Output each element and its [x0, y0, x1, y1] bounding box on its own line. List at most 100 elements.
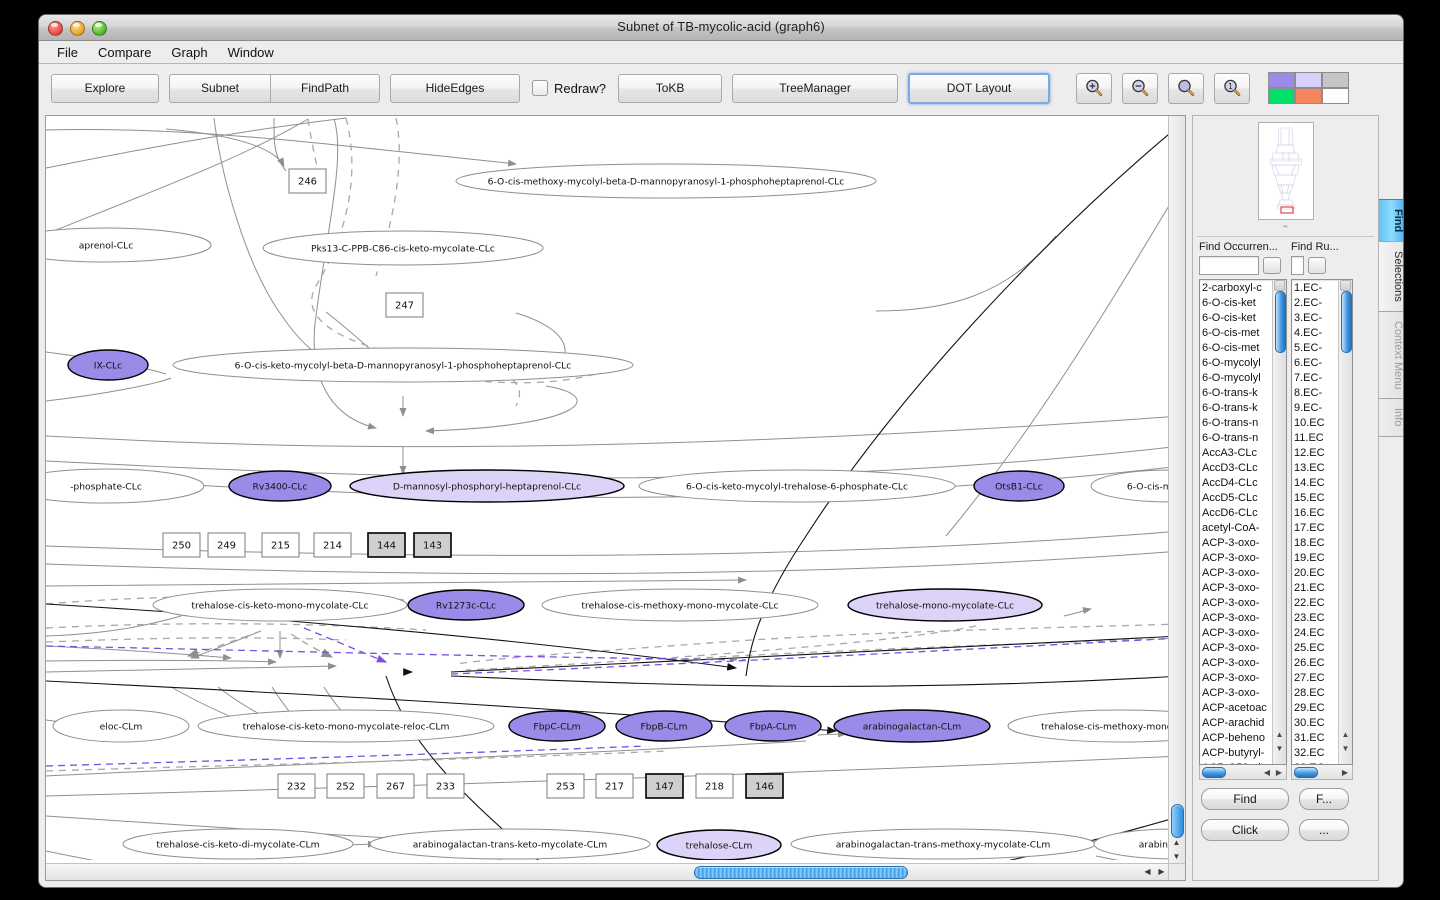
- rules-scroll-nub[interactable]: [1340, 280, 1351, 291]
- menu-compare[interactable]: Compare: [90, 43, 159, 62]
- graph-node-ellipse[interactable]: Rv1273c-CLc: [407, 589, 525, 621]
- graph-node-ellipse[interactable]: trehalose-CLm: [656, 829, 782, 860]
- zoom-actual-size-button[interactable]: 1: [1214, 72, 1251, 104]
- find-button[interactable]: Find: [1201, 788, 1289, 810]
- swatch-purple-dark[interactable]: [1268, 72, 1296, 88]
- graph-node-ellipse[interactable]: arabinogalactan-trans-keto-mycolate-CLm: [369, 828, 651, 860]
- graph-node-ellipse[interactable]: FbpC-CLm: [508, 710, 606, 742]
- explore-button[interactable]: Explore: [51, 73, 159, 103]
- find-rules-list[interactable]: 1.EC- 2.EC- 3.EC- 4.EC- 5.EC- 6.EC- 7.EC- 8.EC-…: [1291, 279, 1353, 765]
- tab-info[interactable]: Info: [1379, 398, 1403, 437]
- occurrences-scroll-up-arrow[interactable]: ▲: [1273, 727, 1286, 742]
- graph-node-ellipse[interactable]: arabinogalactan-trans-methoxy-mycolate-C…: [790, 828, 1096, 860]
- click-button[interactable]: Click: [1201, 819, 1289, 841]
- find-occurrences-options-button[interactable]: [1263, 257, 1281, 274]
- graph-node-ellipse[interactable]: trehalose-cis-keto-mono-mycolate-reloc-C…: [197, 709, 495, 743]
- treemanager-button[interactable]: TreeManager: [732, 73, 899, 103]
- menu-window[interactable]: Window: [220, 43, 282, 62]
- occurrences-list-hscrollbar[interactable]: ◀ ▶: [1199, 765, 1287, 780]
- rules-hscroll-thumb[interactable]: [1294, 767, 1318, 778]
- rules-list-hscrollbar[interactable]: ▶: [1291, 765, 1353, 780]
- dot-layout-button[interactable]: DOT Layout: [908, 72, 1051, 104]
- graph-node-box[interactable]: 246: [288, 168, 327, 194]
- occurrences-hscroll-right-arrow[interactable]: ▶: [1276, 768, 1282, 777]
- rules-scroll-thumb[interactable]: [1341, 291, 1352, 353]
- rules-list-scrollbar[interactable]: ▲ ▼: [1338, 280, 1352, 764]
- graph-node-box[interactable]: 232: [277, 773, 316, 799]
- graph-node-ellipse[interactable]: FbpB-CLm: [615, 710, 713, 742]
- graph-node-box[interactable]: 147: [645, 773, 684, 799]
- graph-node-ellipse[interactable]: 6-O-cis-methoxy-mycolyl-beta-D-mannopyra…: [455, 163, 877, 199]
- rules-scroll-up-arrow[interactable]: ▲: [1339, 727, 1352, 742]
- graph-node-box[interactable]: 146: [745, 773, 784, 799]
- canvas-scroll-up-arrow[interactable]: ▲: [1170, 836, 1183, 849]
- graph-node-box[interactable]: 252: [326, 773, 365, 799]
- canvas-scroll-right-arrow[interactable]: ▶: [1155, 865, 1168, 878]
- graph-node-box[interactable]: 253: [546, 773, 585, 799]
- swatch-gray[interactable]: [1322, 72, 1350, 88]
- zoom-fit-button[interactable]: [1168, 72, 1205, 104]
- swatch-purple-light[interactable]: [1295, 72, 1323, 88]
- graph-drawing-surface[interactable]: 6-O-cis-methoxy-mycolyl-beta-D-mannopyra…: [46, 116, 1181, 860]
- find-occurrences-input[interactable]: [1199, 256, 1259, 275]
- redraw-checkbox-group[interactable]: Redraw?: [532, 80, 606, 96]
- occurrences-hscroll-left-arrow[interactable]: ◀: [1264, 768, 1270, 777]
- graph-node-box[interactable]: 249: [207, 532, 246, 558]
- occurrences-scroll-thumb[interactable]: [1275, 291, 1286, 353]
- graph-node-box[interactable]: 217: [595, 773, 634, 799]
- graph-node-box[interactable]: 143: [413, 532, 452, 558]
- graph-node-ellipse[interactable]: trehalose-cis-methoxy-mono-mycolate-CLc: [541, 588, 819, 622]
- occurrences-list-scrollbar[interactable]: ▲ ▼: [1272, 280, 1286, 764]
- swatch-orange[interactable]: [1295, 88, 1323, 104]
- graph-node-box[interactable]: 267: [376, 773, 415, 799]
- swatch-white[interactable]: [1322, 88, 1350, 104]
- graph-node-box[interactable]: 233: [426, 773, 465, 799]
- rules-hscroll-right-arrow[interactable]: ▶: [1342, 768, 1348, 777]
- canvas-horizontal-scrollbar[interactable]: ◀ ▶: [46, 863, 1169, 880]
- graph-node-ellipse[interactable]: FbpA-CLm: [724, 710, 822, 742]
- click-more-button[interactable]: ...: [1299, 819, 1349, 841]
- find-rules-options-button[interactable]: [1308, 257, 1326, 274]
- graph-node-box[interactable]: 250: [162, 532, 201, 558]
- tab-selections[interactable]: Selections: [1379, 241, 1403, 312]
- graph-node-ellipse[interactable]: Rv3400-CLc: [228, 470, 332, 502]
- graph-node-ellipse[interactable]: -phosphate-CLc: [46, 468, 205, 504]
- graph-node-ellipse[interactable]: Pks13-C-PPB-C86-cis-keto-mycolate-CLc: [262, 230, 544, 266]
- find-more-button[interactable]: F...: [1299, 788, 1349, 810]
- occurrences-scroll-down-arrow[interactable]: ▼: [1273, 741, 1286, 756]
- graph-ellipse-nodes[interactable]: 6-O-cis-methoxy-mycolyl-beta-D-mannopyra…: [46, 163, 1181, 860]
- canvas-scroll-left-arrow[interactable]: ◀: [1141, 865, 1154, 878]
- occurrences-scroll-nub[interactable]: [1274, 280, 1285, 291]
- graph-node-ellipse[interactable]: trehalose-cis-keto-mono-mycolate-CLc: [152, 588, 408, 622]
- graph-node-ellipse[interactable]: trehalose-cis-keto-di-mycolate-CLm: [122, 828, 354, 860]
- find-rules-input[interactable]: [1291, 256, 1304, 275]
- occurrences-hscroll-thumb[interactable]: [1202, 767, 1226, 778]
- graph-canvas-panel[interactable]: 6-O-cis-methoxy-mycolyl-beta-D-mannopyra…: [45, 115, 1186, 881]
- tab-find[interactable]: Find: [1379, 199, 1403, 243]
- graph-node-box[interactable]: 247: [385, 292, 424, 318]
- redraw-checkbox[interactable]: [532, 80, 548, 96]
- menu-file[interactable]: File: [49, 43, 86, 62]
- zoom-in-button[interactable]: [1076, 72, 1113, 104]
- menu-graph[interactable]: Graph: [163, 43, 215, 62]
- graph-node-ellipse[interactable]: eloc-CLm: [52, 709, 190, 743]
- canvas-hscroll-thumb[interactable]: [694, 866, 908, 879]
- find-occurrences-list[interactable]: 2-carboxyl-c 6-O-cis-ket 6-O-cis-ket 6-O-ci…: [1199, 279, 1287, 765]
- minimap-handle[interactable]: ⌁: [1193, 220, 1378, 232]
- graph-node-box[interactable]: 144: [367, 532, 406, 558]
- graph-node-ellipse[interactable]: D-mannosyl-phosphoryl-heptaprenol-CLc: [349, 469, 625, 503]
- swatch-green[interactable]: [1268, 88, 1296, 104]
- canvas-vscroll-thumb[interactable]: [1171, 804, 1184, 838]
- hideedges-button[interactable]: HideEdges: [390, 73, 520, 103]
- rules-scroll-down-arrow[interactable]: ▼: [1339, 741, 1352, 756]
- canvas-vertical-scrollbar[interactable]: ▲ ▼: [1168, 116, 1185, 864]
- findpath-button[interactable]: FindPath: [270, 73, 380, 103]
- graph-node-box[interactable]: 214: [313, 532, 352, 558]
- tab-context-menu[interactable]: Context Menu: [1379, 310, 1403, 400]
- graph-node-ellipse[interactable]: OtsB1-CLc: [973, 470, 1065, 502]
- graph-node-box[interactable]: 215: [261, 532, 300, 558]
- canvas-scroll-down-arrow[interactable]: ▼: [1170, 850, 1183, 863]
- graph-node-ellipse[interactable]: trehalose-cis-methoxy-mono-myco: [1007, 709, 1181, 743]
- graph-minimap[interactable]: [1257, 122, 1314, 220]
- graph-node-box[interactable]: 218: [695, 773, 734, 799]
